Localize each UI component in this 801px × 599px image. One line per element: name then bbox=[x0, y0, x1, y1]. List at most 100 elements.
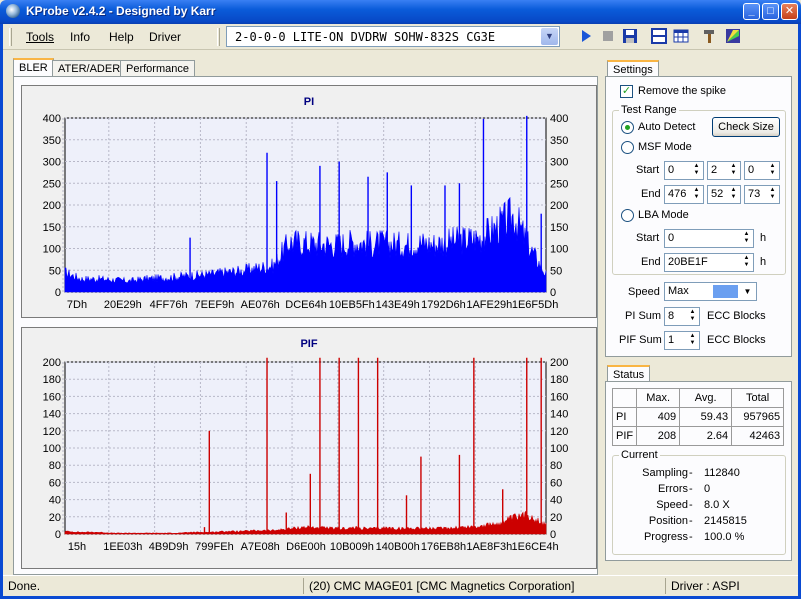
y-tick-label: 200 bbox=[43, 357, 61, 369]
current-value: 0 bbox=[704, 483, 711, 495]
pif-sum-input[interactable]: 1 ▲ ▼ bbox=[664, 331, 700, 350]
y-tick-label-right: 400 bbox=[550, 113, 568, 125]
msf-mode-radio[interactable] bbox=[621, 141, 634, 154]
y-tick-label-right: 180 bbox=[550, 374, 568, 386]
msf-start-label: Start bbox=[636, 164, 660, 176]
auto-detect-radio[interactable] bbox=[621, 121, 634, 134]
stop-icon[interactable] bbox=[600, 28, 616, 44]
pif-chart: PIF 0 0 20 20 40 40 60 60 80 80 100 100 120 120 140 140… bbox=[21, 327, 597, 569]
y-tick-label-right: 0 bbox=[550, 287, 556, 299]
spinner-icon[interactable]: ▲ ▼ bbox=[741, 255, 752, 270]
remove-spike-checkbox[interactable]: ✓ bbox=[620, 85, 633, 98]
current-value: 112840 bbox=[704, 467, 740, 479]
y-tick-label: 160 bbox=[43, 391, 61, 403]
check-size-button[interactable]: Check Size bbox=[712, 117, 780, 137]
tools-icon[interactable] bbox=[702, 28, 718, 44]
menu-help[interactable]: Help bbox=[109, 30, 134, 44]
y-tick-label: 80 bbox=[49, 460, 61, 472]
y-tick-label: 250 bbox=[43, 178, 61, 190]
drive-select-value: 2-0-0-0 LITE-ON DVDRW SOHW-832S CG3E bbox=[235, 30, 496, 44]
msf-start-frame[interactable]: 0 ▲ ▼ bbox=[744, 161, 780, 180]
lba-end-value: 20BE1F bbox=[668, 256, 708, 268]
toolbar-grip bbox=[217, 28, 220, 46]
table-header: Total bbox=[731, 388, 785, 408]
table-header: Avg. bbox=[679, 388, 733, 408]
spinner-icon[interactable]: ▲ ▼ bbox=[767, 163, 778, 178]
current-label: Current bbox=[619, 449, 660, 461]
msf-start-min[interactable]: 0 ▲ ▼ bbox=[664, 161, 704, 180]
y-tick-label: 180 bbox=[43, 374, 61, 386]
minimize-button[interactable]: _ bbox=[743, 3, 760, 20]
msf-end-frame[interactable]: 73 ▲ ▼ bbox=[744, 185, 780, 204]
spinner-icon[interactable]: ▲ ▼ bbox=[687, 309, 698, 324]
lba-end-input[interactable]: 20BE1F ▲ ▼ bbox=[664, 253, 754, 272]
current-key: Position bbox=[648, 515, 688, 527]
y-tick-label: 400 bbox=[43, 113, 61, 125]
spinner-icon[interactable]: ▲ ▼ bbox=[691, 187, 702, 202]
current-key: Speed bbox=[656, 499, 688, 511]
logo-icon[interactable] bbox=[725, 28, 741, 44]
y-tick-label: 350 bbox=[43, 135, 61, 147]
remove-spike-label: Remove the spike bbox=[638, 85, 727, 97]
x-tick-label: 7EEF9h bbox=[195, 299, 235, 311]
spinner-icon[interactable]: ▲ ▼ bbox=[728, 163, 739, 178]
save-icon[interactable] bbox=[622, 28, 638, 44]
layout-split-icon[interactable] bbox=[651, 28, 667, 44]
current-key: Sampling bbox=[642, 467, 688, 479]
msf-start-sec[interactable]: 2 ▲ ▼ bbox=[707, 161, 741, 180]
title-bar[interactable]: KProbe v2.4.2 - Designed by Karr _ □ ✕ bbox=[0, 0, 801, 24]
hex-suffix: h bbox=[760, 232, 767, 244]
y-tick-label-right: 20 bbox=[550, 512, 562, 524]
y-tick-label-right: 140 bbox=[550, 409, 568, 421]
status-bar: Done. (20) CMC MAGE01 [CMC Magnetics Cor… bbox=[3, 575, 798, 595]
x-tick-label: 20E29h bbox=[104, 299, 142, 311]
chevron-down-icon[interactable]: ▼ bbox=[541, 28, 558, 45]
hex-suffix: h bbox=[760, 256, 767, 268]
speed-color-swatch bbox=[713, 285, 738, 298]
y-tick-label: 60 bbox=[49, 477, 61, 489]
y-tick-label-right: 100 bbox=[550, 443, 568, 455]
y-tick-label-right: 0 bbox=[550, 529, 556, 541]
ecc-blocks-label: ECC Blocks bbox=[707, 310, 766, 322]
spinner-icon[interactable]: ▲ ▼ bbox=[687, 333, 698, 348]
pi-sum-input[interactable]: 8 ▲ ▼ bbox=[664, 307, 700, 326]
menu-info[interactable]: Info bbox=[70, 30, 90, 44]
table-icon[interactable] bbox=[673, 28, 689, 44]
maximize-button[interactable]: □ bbox=[762, 3, 779, 20]
table-row: PI 409 59.43 957965 bbox=[611, 407, 785, 427]
menu-tools[interactable]: Tools bbox=[26, 30, 54, 44]
current-key: Progress bbox=[643, 531, 688, 543]
speed-select[interactable]: Max ▼ bbox=[664, 282, 757, 301]
drive-select[interactable]: 2-0-0-0 LITE-ON DVDRW SOHW-832S CG3E ▼ bbox=[226, 26, 560, 47]
spinner-icon[interactable]: ▲ ▼ bbox=[741, 231, 752, 246]
spinner-icon[interactable]: ▲ ▼ bbox=[728, 187, 739, 202]
auto-detect-label: Auto Detect bbox=[638, 121, 696, 133]
table-header: Max. bbox=[636, 388, 681, 408]
table-header bbox=[611, 388, 638, 408]
menu-driver[interactable]: Driver bbox=[149, 30, 181, 44]
tab-bler[interactable]: BLER bbox=[13, 58, 54, 78]
window-title: KProbe v2.4.2 - Designed by Karr bbox=[26, 4, 216, 18]
pi-sum-label: PI Sum bbox=[625, 310, 662, 322]
lba-start-input[interactable]: 0 ▲ ▼ bbox=[664, 229, 754, 248]
play-icon[interactable] bbox=[578, 28, 594, 44]
row-avg: 2.64 bbox=[679, 426, 733, 446]
row-avg: 59.43 bbox=[679, 407, 733, 427]
chevron-down-icon[interactable]: ▼ bbox=[740, 284, 755, 299]
close-button[interactable]: ✕ bbox=[781, 3, 798, 20]
y-tick-label: 0 bbox=[55, 287, 61, 299]
spinner-icon[interactable]: ▲ ▼ bbox=[767, 187, 778, 202]
msf-end-min[interactable]: 476 ▲ ▼ bbox=[664, 185, 704, 204]
lba-mode-radio[interactable] bbox=[621, 209, 634, 222]
y-tick-label: 140 bbox=[43, 409, 61, 421]
msf-end-sec[interactable]: 52 ▲ ▼ bbox=[707, 185, 741, 204]
row-name: PI bbox=[611, 407, 638, 427]
test-range-label: Test Range bbox=[619, 104, 679, 116]
y-tick-label-right: 350 bbox=[550, 135, 568, 147]
speed-label: Speed bbox=[628, 286, 660, 298]
spinner-icon[interactable]: ▲ ▼ bbox=[691, 163, 702, 178]
msf-end-sec-value: 52 bbox=[711, 188, 724, 200]
y-tick-label: 120 bbox=[43, 426, 61, 438]
msf-mode-label: MSF Mode bbox=[638, 141, 692, 153]
x-tick-label: 1EE03h bbox=[103, 541, 142, 553]
